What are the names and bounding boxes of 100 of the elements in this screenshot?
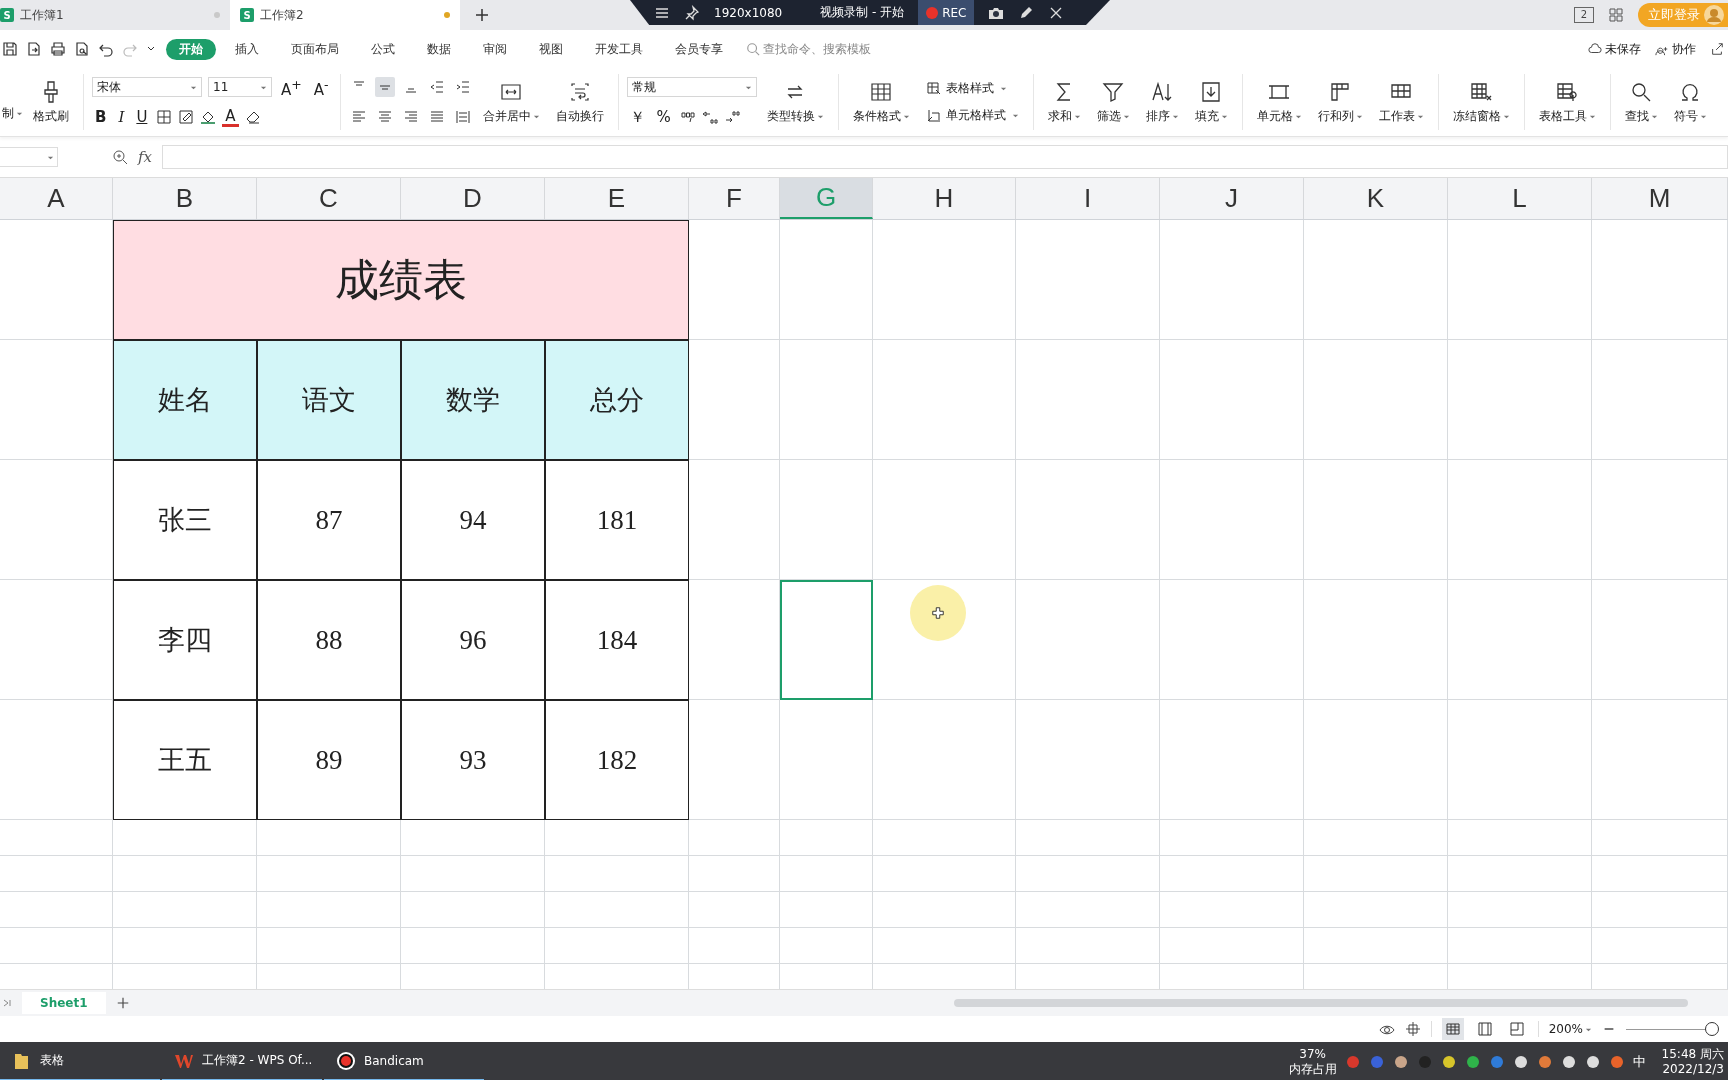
thousands-separator-icon[interactable] (679, 109, 696, 125)
formula-field[interactable] (162, 145, 1728, 169)
ribbon-button[interactable]: 冻结窗格 (1446, 79, 1516, 125)
column-header[interactable]: C (257, 178, 401, 219)
menu-tab[interactable]: 开发工具 (582, 38, 656, 60)
ribbon-button[interactable]: 工作表 (1372, 79, 1430, 125)
tray-icon[interactable] (1464, 1054, 1481, 1070)
column-header[interactable]: K (1304, 178, 1448, 219)
ribbon-button[interactable]: 行和列 (1311, 79, 1369, 125)
tray-icon[interactable] (1584, 1054, 1601, 1070)
view-mode-icon[interactable] (1441, 1018, 1464, 1040)
print-icon[interactable] (50, 41, 66, 57)
command-search-field[interactable]: 查找命令、搜索模板 (746, 42, 896, 56)
menu-tab[interactable]: 数据 (414, 38, 464, 60)
menu-tab[interactable]: 审阅 (470, 38, 520, 60)
currency-button[interactable]: ￥ (626, 108, 648, 126)
new-tab-icon[interactable] (474, 7, 490, 23)
crosshair-icon[interactable] (1404, 1021, 1421, 1037)
column-header[interactable]: E (545, 178, 689, 219)
copy-button[interactable]: 制 (2, 105, 23, 136)
menu-action[interactable]: 未保存 (1588, 40, 1641, 58)
ribbon-button[interactable]: 填充 (1188, 79, 1234, 125)
ribbon-button[interactable]: 查找 (1618, 79, 1664, 125)
zoom-icon[interactable] (112, 149, 128, 165)
font-size-dropdown[interactable]: 11 (208, 77, 272, 97)
memory-usage[interactable]: 37% 内存占用 (1288, 1047, 1337, 1077)
number-format-dropdown[interactable]: 常规 (626, 77, 757, 97)
increase-decimal-icon[interactable] (701, 109, 718, 125)
active-cell[interactable] (780, 580, 873, 700)
tray-icon[interactable] (1392, 1054, 1409, 1070)
header-cell: 语文 (257, 340, 401, 460)
column-header[interactable]: M (1592, 178, 1728, 219)
spreadsheet-logo: S (240, 8, 254, 22)
document-tab[interactable]: S 工作簿1 (0, 0, 230, 30)
type-convert-button[interactable]: 类型转换 (760, 79, 830, 125)
ribbon-button[interactable]: 求和 (1041, 79, 1087, 125)
column-header[interactable]: L (1448, 178, 1592, 219)
shrink-font-button[interactable]: A$^{-}$ (310, 75, 332, 99)
tray-icon[interactable] (1560, 1054, 1577, 1070)
menu-tab[interactable]: 插入 (222, 38, 272, 60)
taskbar-app[interactable]: Bandicam (324, 1042, 484, 1080)
menu-tab[interactable]: 公式 (358, 38, 408, 60)
font-name-dropdown[interactable]: 宋体 (92, 77, 202, 97)
format-painter-button[interactable]: 格式刷 (27, 79, 75, 125)
tray-icon[interactable] (1536, 1054, 1553, 1070)
align-icon[interactable] (374, 77, 395, 97)
tray-icon[interactable] (1608, 1054, 1625, 1070)
save-icon[interactable] (2, 41, 18, 57)
merge-center-button[interactable]: 合并居中 (476, 79, 546, 125)
ribbon-button[interactable]: 表格工具 (1532, 79, 1602, 125)
preview-icon[interactable] (74, 41, 90, 57)
zoom-dropdown[interactable]: 200% (1548, 1022, 1592, 1036)
font-color-button[interactable]: A (222, 107, 239, 127)
clock[interactable]: 15:48 周六 2022/12/3 (1661, 1047, 1724, 1077)
ribbon-button[interactable]: 排序 (1139, 79, 1185, 125)
underline-button[interactable]: U (133, 108, 151, 126)
taskbar-app[interactable]: 工作簿2 - WPS Of... (162, 1042, 322, 1080)
tray-icon[interactable] (1512, 1054, 1529, 1070)
menu-tab[interactable]: 会员专享 (662, 38, 736, 60)
share-icon[interactable] (1710, 42, 1724, 56)
taskbar-app[interactable]: 表格 (0, 1042, 160, 1080)
record-button[interactable]: REC (918, 0, 975, 25)
add-sheet-icon[interactable] (115, 996, 130, 1010)
grow-font-button[interactable]: A$^{+}$ (278, 75, 305, 99)
slider-thumb[interactable] (1705, 1022, 1720, 1036)
style-menu-button[interactable]: 单元格样式 (919, 106, 1025, 125)
bold-button[interactable]: B (92, 108, 110, 126)
table-cell: 181 (545, 460, 689, 580)
export-icon[interactable] (26, 41, 42, 57)
percent-button[interactable]: % (653, 108, 674, 126)
eraser-icon[interactable] (244, 109, 261, 125)
ribbon-button[interactable]: 单元格 (1250, 79, 1308, 125)
menu-tab[interactable]: 页面布局 (278, 38, 352, 60)
input-method-indicator[interactable]: 中 (1632, 1053, 1646, 1071)
ribbon-button[interactable]: 筛选 (1090, 79, 1136, 125)
layout-icon[interactable]: 2 (1573, 7, 1594, 23)
fill-bucket-icon[interactable] (200, 109, 217, 125)
style-menu-button[interactable]: 表格样式 (919, 79, 1025, 98)
conditional-format-button[interactable]: 条件格式 (846, 79, 916, 125)
column-header[interactable]: H (873, 178, 1016, 219)
column-header[interactable]: J (1160, 178, 1304, 219)
last-sheet-icon[interactable] (2, 998, 12, 1008)
menu-tab[interactable]: 视图 (526, 38, 576, 60)
column-header[interactable]: I (1016, 178, 1160, 219)
italic-button[interactable]: I (115, 108, 128, 126)
borders-icon[interactable] (156, 109, 173, 125)
function-label[interactable]: fx (138, 148, 152, 166)
pencil-icon[interactable] (1018, 4, 1035, 21)
wrap-text-button[interactable]: 自动换行 (549, 79, 610, 125)
column-header[interactable]: B (113, 178, 257, 219)
ribbon-button[interactable]: 符号 (1667, 79, 1713, 125)
column-header[interactable]: D (401, 178, 545, 219)
cell-format-icon[interactable] (178, 109, 195, 125)
menu-action[interactable]: 协作 (1655, 40, 1696, 58)
apps-grid-icon[interactable] (1608, 7, 1624, 23)
tray-icon[interactable] (1440, 1054, 1457, 1070)
decrease-decimal-icon[interactable] (723, 109, 740, 125)
document-tab[interactable]: S 工作簿2 (230, 0, 460, 30)
pin-icon[interactable] (684, 4, 700, 21)
column-header[interactable]: A (0, 178, 113, 219)
